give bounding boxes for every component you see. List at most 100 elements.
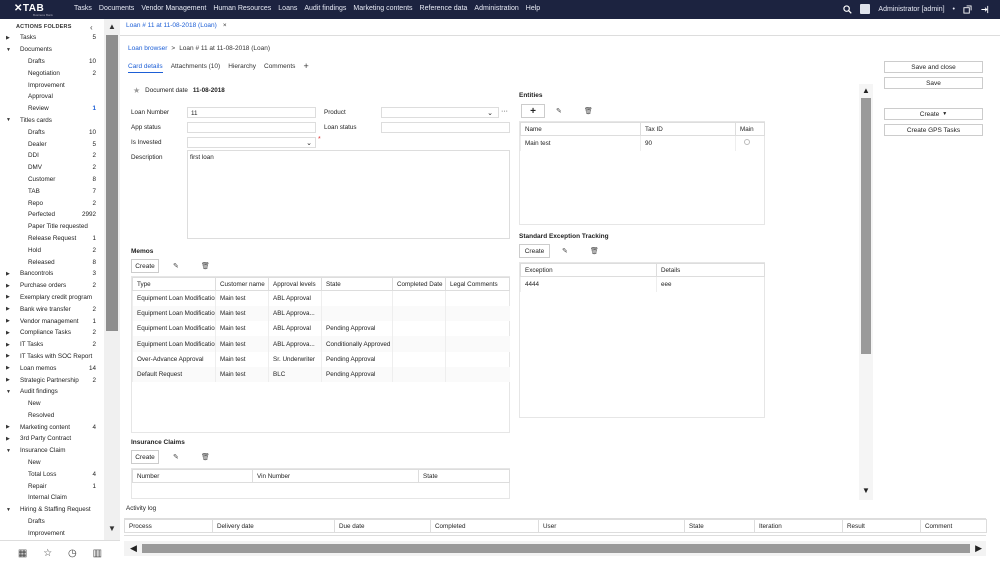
expanded-arrow-icon[interactable]: ▼ — [6, 47, 11, 53]
trash-icon[interactable]: 🗑 — [590, 247, 599, 255]
main-radio[interactable] — [744, 139, 750, 146]
sidebar-item[interactable]: Review 1 — [0, 103, 104, 115]
sidebar-item[interactable]: Dealer 5 — [0, 138, 104, 150]
sidebar-item[interactable]: Repair 1 — [0, 480, 104, 492]
sidebar-item[interactable]: ▶ IT Tasks with SOC Report — [0, 351, 104, 363]
star-icon[interactable]: ☆ — [43, 548, 52, 559]
sidebar-item[interactable]: ▶ Bank wire transfer 2 — [0, 303, 104, 315]
sidebar-item[interactable]: Release Request 1 — [0, 233, 104, 245]
edit-icon[interactable]: ✎ — [173, 453, 179, 461]
sidebar-item[interactable]: DMV 2 — [0, 162, 104, 174]
column-header[interactable]: Legal Comments — [445, 277, 510, 291]
column-header[interactable]: Due date — [334, 519, 431, 533]
sidebar-item[interactable]: ▼ Titles cards — [0, 115, 104, 127]
sidebar-item[interactable]: ▶ 3rd Party Contract — [0, 433, 104, 445]
sidebar-item[interactable]: Repo 2 — [0, 197, 104, 209]
menu-loans[interactable]: Loans — [278, 5, 297, 12]
tab-comments[interactable]: Comments — [264, 63, 295, 73]
sidebar-item[interactable]: Negotiation 2 — [0, 67, 104, 79]
tab-attachments[interactable]: Attachments (10) — [171, 63, 221, 73]
column-header[interactable]: Comment — [920, 519, 987, 533]
table-row[interactable]: Main test 90 — [520, 135, 765, 151]
user-name[interactable]: Administrator [admin] — [878, 6, 944, 13]
menu-marketing-contents[interactable]: Marketing contents — [353, 5, 412, 12]
table-row[interactable]: Equipment Loan Modification Main test ABL … — [132, 305, 510, 322]
form-scrollbar[interactable]: ▲ ▼ — [859, 84, 873, 500]
save-button[interactable]: Save — [884, 77, 983, 89]
collapsed-arrow-icon[interactable]: ▶ — [6, 294, 10, 300]
app-status-field[interactable] — [187, 122, 316, 133]
column-header[interactable]: Completed — [430, 519, 539, 533]
trash-icon[interactable]: 🗑 — [201, 453, 210, 461]
edit-icon[interactable]: ✎ — [556, 107, 562, 115]
sidebar-item[interactable]: New — [0, 398, 104, 410]
clock-icon[interactable]: ◷ — [68, 548, 77, 559]
exceptions-create-button[interactable]: Create — [519, 244, 550, 258]
table-row[interactable]: Equipment Loan Modification Main test ABL … — [132, 336, 510, 352]
sidebar-item[interactable]: ▶ Tasks 5 — [0, 32, 104, 44]
table-row[interactable]: Equipment Loan Modification Main test ABL … — [132, 290, 510, 306]
scroll-right-icon[interactable]: ▶ — [975, 543, 982, 554]
scroll-down-icon[interactable]: ▼ — [862, 486, 870, 495]
insurance-create-button[interactable]: Create — [131, 450, 159, 464]
column-header[interactable]: User — [538, 519, 685, 533]
sidebar-item[interactable]: ▶ Compliance Tasks 2 — [0, 327, 104, 339]
trash-icon[interactable]: 🗑 — [584, 107, 593, 115]
expanded-arrow-icon[interactable]: ▼ — [6, 117, 11, 123]
menu-help[interactable]: Help — [526, 5, 540, 12]
sidebar-item[interactable]: Approval — [0, 91, 104, 103]
collapsed-arrow-icon[interactable]: ▶ — [6, 318, 10, 324]
column-header[interactable]: State — [321, 277, 393, 291]
collapsed-arrow-icon[interactable]: ▶ — [6, 436, 10, 442]
sidebar-item[interactable]: Perfected 2992 — [0, 209, 104, 221]
scroll-thumb[interactable] — [106, 35, 118, 331]
trash-icon[interactable]: 🗑 — [201, 262, 210, 270]
sidebar-item[interactable]: ▼ Hiring & Staffing Request — [0, 504, 104, 516]
sidebar-item[interactable]: Drafts 10 — [0, 56, 104, 68]
sidebar-item[interactable]: Resolved — [0, 410, 104, 422]
sidebar-item[interactable]: ▶ Bancontrols 3 — [0, 268, 104, 280]
scroll-up-icon[interactable]: ▲ — [108, 22, 116, 31]
edit-icon[interactable]: ✎ — [562, 247, 568, 255]
edit-icon[interactable]: ✎ — [173, 262, 179, 270]
add-tab-icon[interactable]: + — [303, 62, 308, 73]
sidebar-item[interactable]: Customer 8 — [0, 174, 104, 186]
sidebar-item[interactable]: Improvement — [0, 79, 104, 91]
table-row[interactable]: Equipment Loan Modification Main test ABL … — [132, 321, 510, 337]
sidebar-item[interactable]: Drafts 10 — [0, 126, 104, 138]
user-menu-dot-icon[interactable]: • — [953, 6, 955, 13]
star-icon[interactable]: ★ — [133, 86, 140, 95]
sidebar-item[interactable]: Internal Claim — [0, 492, 104, 504]
column-header[interactable]: Customer name — [215, 277, 269, 291]
sidebar-item[interactable]: ▶ Exemplary credit program — [0, 292, 104, 304]
scroll-down-icon[interactable]: ▼ — [108, 524, 116, 533]
menu-human-resources[interactable]: Human Resources — [213, 5, 271, 12]
calendar-icon[interactable]: ▦ — [18, 548, 27, 559]
sidebar-item[interactable]: TAB 7 — [0, 185, 104, 197]
sidebar-item[interactable]: Drafts — [0, 516, 104, 528]
tab-card-details[interactable]: Card details — [128, 63, 163, 73]
collapsed-arrow-icon[interactable]: ▶ — [6, 377, 10, 383]
menu-documents[interactable]: Documents — [99, 5, 134, 12]
sidebar-item[interactable]: ▼ Audit findings — [0, 386, 104, 398]
column-header[interactable]: Approval levels — [268, 277, 322, 291]
column-header[interactable]: Tax ID — [640, 122, 736, 136]
column-header[interactable]: Main — [735, 122, 765, 136]
create-gps-tasks-button[interactable]: Create GPS Tasks — [884, 124, 983, 136]
collapsed-arrow-icon[interactable]: ▶ — [6, 271, 10, 277]
column-header[interactable]: Completed Date — [392, 277, 446, 291]
sidebar-item[interactable]: Total Loss 4 — [0, 468, 104, 480]
sidebar-item[interactable]: ▶ Strategic Partnership 2 — [0, 374, 104, 386]
column-header[interactable]: State — [418, 469, 510, 483]
product-select[interactable]: ⌄ — [381, 107, 499, 118]
column-header[interactable]: Delivery date — [212, 519, 335, 533]
expanded-arrow-icon[interactable]: ▼ — [6, 389, 11, 395]
sidebar-item[interactable]: ▶ Vendor management 1 — [0, 315, 104, 327]
horizontal-scrollbar[interactable]: ◀ ▶ — [124, 541, 986, 556]
sidebar-item[interactable]: ▼ Documents — [0, 44, 104, 56]
table-row[interactable]: 4444 eee — [520, 276, 765, 292]
sidebar-item[interactable]: ▶ IT Tasks 2 — [0, 339, 104, 351]
create-dropdown-button[interactable]: Create ▼ — [884, 108, 983, 120]
sidebar-item[interactable]: Improvement — [0, 527, 104, 539]
sidebar-item[interactable]: ▼ Insurance Claim — [0, 445, 104, 457]
